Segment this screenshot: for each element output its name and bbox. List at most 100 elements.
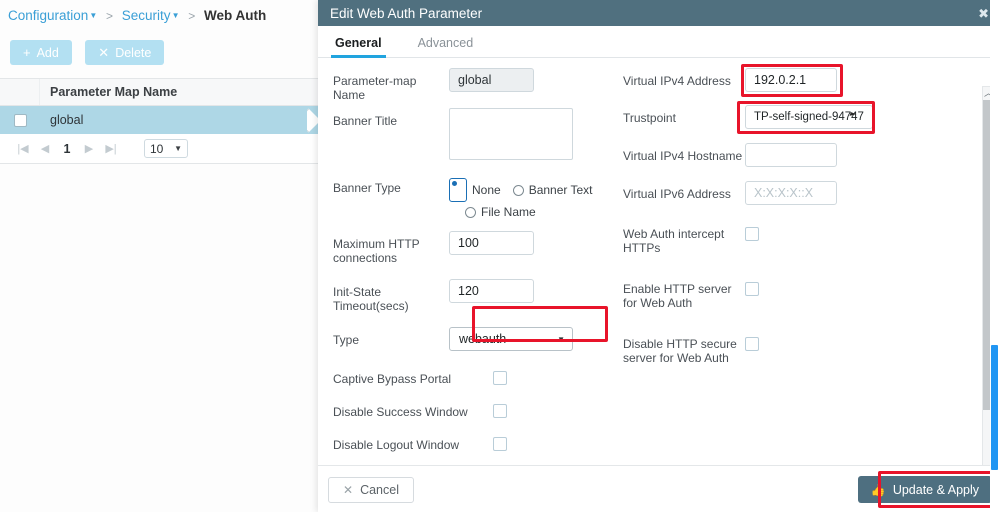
label-captive-bypass-portal: Captive Bypass Portal — [333, 372, 452, 386]
page-scrollbar-thumb[interactable] — [991, 345, 998, 470]
label-virtual-ipv4-address: Virtual IPv4 Address — [623, 74, 731, 88]
cancel-button[interactable]: ✕ Cancel — [328, 477, 414, 503]
parameter-map-table: Parameter Map Name global |◀ ◀ 1 ▶ ▶| 10… — [0, 78, 320, 164]
table-row-checkbox-cell — [0, 113, 40, 127]
disable-success-window-checkbox[interactable] — [493, 404, 507, 418]
field-virtual-ipv4-hostname: Virtual IPv4 Hostname — [623, 143, 923, 167]
type-select-value: webauth — [459, 332, 507, 346]
table-row[interactable]: global — [0, 106, 320, 134]
table-header-checkbox-cell — [0, 79, 40, 105]
maximum-http-connections-input[interactable] — [449, 231, 534, 255]
radio-banner-type-file-name[interactable]: File Name — [465, 205, 536, 219]
label-trustpoint: Trustpoint — [623, 111, 676, 125]
thumbs-up-icon: 👍 — [870, 482, 886, 497]
tab-general[interactable]: General — [331, 36, 386, 58]
table-header-row: Parameter Map Name — [0, 79, 320, 106]
virtual-ipv6-address-input[interactable] — [745, 181, 837, 205]
page-scrollbar[interactable] — [990, 0, 999, 512]
page-number[interactable]: 1 — [56, 142, 78, 156]
page-size-select[interactable]: 10 ▼ — [144, 139, 188, 158]
label-type: Type — [333, 333, 360, 347]
radio-label-file-name: File Name — [481, 205, 536, 219]
label-banner-title: Banner Title — [333, 114, 398, 128]
chevron-down-icon: ▼ — [89, 11, 98, 20]
label-banner-type: Banner Type — [333, 181, 401, 195]
breadcrumb-item-configuration[interactable]: Configuration▼ — [8, 8, 101, 23]
dialog-tabs: General Advanced — [318, 26, 999, 58]
pagination: |◀ ◀ 1 ▶ ▶| 10 ▼ — [0, 134, 320, 163]
banner-title-textarea[interactable] — [449, 108, 573, 160]
table-row-name: global — [50, 113, 84, 127]
type-select[interactable]: webauth ▼ — [449, 327, 573, 351]
field-maximum-http-connections: Maximum HTTP connections — [333, 231, 633, 265]
last-page-icon[interactable]: ▶| — [100, 142, 122, 155]
field-banner-type: Banner Type None Banner Text File Name — [333, 175, 633, 219]
x-icon: ✕ — [343, 483, 354, 497]
dialog-footer: ✕ Cancel 👍 Update & Apply — [318, 465, 999, 512]
add-button[interactable]: + Add — [10, 40, 72, 65]
chevron-down-icon: ▼ — [557, 334, 565, 344]
label-maximum-http-connections: Maximum HTTP connections — [333, 237, 420, 265]
chevron-down-icon: ▼ — [171, 11, 180, 20]
page-size-value: 10 — [150, 141, 164, 156]
field-trustpoint: Trustpoint — [623, 105, 923, 129]
enable-http-server-checkbox[interactable] — [745, 282, 759, 296]
breadcrumb-item-web-auth: Web Auth — [204, 8, 267, 23]
disable-http-secure-server-checkbox[interactable] — [745, 337, 759, 351]
radio-selected-icon — [449, 178, 467, 202]
label-web-auth-intercept-https: Web Auth intercept HTTPs — [623, 227, 725, 255]
web-auth-intercept-https-checkbox[interactable] — [745, 227, 759, 241]
label-disable-http-secure-server: Disable HTTP secure server for Web Auth — [623, 337, 737, 365]
edit-web-auth-parameter-dialog: Edit Web Auth Parameter ✖ General Advanc… — [318, 0, 999, 512]
next-page-icon[interactable]: ▶ — [78, 142, 100, 155]
init-state-timeout-input[interactable] — [449, 279, 534, 303]
field-virtual-ipv4-address: Virtual IPv4 Address — [623, 68, 923, 92]
dialog-header: Edit Web Auth Parameter ✖ — [318, 0, 999, 26]
plus-icon: + — [23, 45, 31, 60]
breadcrumb: Configuration▼ > Security▼ > Web Auth — [8, 8, 266, 23]
radio-label-banner-text: Banner Text — [528, 183, 593, 197]
delete-button-label: Delete — [115, 45, 152, 60]
radio-banner-type-none[interactable]: None — [449, 178, 501, 202]
cancel-button-label: Cancel — [360, 483, 399, 497]
form-column-left: Parameter-map Name Banner Title Banner T… — [333, 68, 633, 493]
disable-logout-window-checkbox[interactable] — [493, 437, 507, 451]
field-disable-logout-window: Disable Logout Window — [333, 437, 633, 452]
field-banner-title: Banner Title — [333, 108, 633, 165]
breadcrumb-label-security: Security — [121, 8, 171, 23]
field-init-state-timeout: Init-State Timeout(secs) — [333, 279, 633, 313]
field-type: Type webauth ▼ — [333, 327, 633, 351]
breadcrumb-item-security[interactable]: Security▼ — [122, 8, 183, 23]
field-disable-success-window: Disable Success Window — [333, 404, 633, 419]
field-web-auth-intercept-https: Web Auth intercept HTTPs — [623, 227, 923, 255]
list-toolbar: + Add ✕ Delete — [10, 40, 173, 65]
label-virtual-ipv6-address: Virtual IPv6 Address — [623, 187, 731, 201]
radio-label-none: None — [472, 183, 501, 197]
delete-button[interactable]: ✕ Delete — [85, 40, 165, 65]
row-checkbox[interactable] — [13, 113, 27, 127]
table-header-parameter-map-name: Parameter Map Name — [50, 85, 178, 99]
dialog-body: Parameter-map Name Banner Title Banner T… — [318, 58, 999, 493]
label-parameter-map-name: Parameter-map Name — [333, 74, 417, 102]
add-button-label: Add — [36, 45, 59, 60]
label-enable-http-server: Enable HTTP server for Web Auth — [623, 282, 732, 310]
field-enable-http-server: Enable HTTP server for Web Auth — [623, 282, 923, 310]
virtual-ipv4-hostname-input[interactable] — [745, 143, 837, 167]
prev-page-icon[interactable]: ◀ — [34, 142, 56, 155]
close-icon[interactable]: ✖ — [978, 7, 989, 20]
label-init-state-timeout: Init-State Timeout(secs) — [333, 285, 409, 313]
radio-banner-type-banner-text[interactable]: Banner Text — [512, 183, 593, 197]
x-icon: ✕ — [98, 45, 110, 60]
virtual-ipv4-address-input[interactable] — [745, 68, 837, 92]
chevron-down-icon: ▼ — [174, 144, 182, 153]
label-disable-success-window: Disable Success Window — [333, 405, 468, 419]
update-and-apply-button[interactable]: 👍 Update & Apply — [857, 476, 992, 503]
field-disable-http-secure-server: Disable HTTP secure server for Web Auth — [623, 337, 923, 365]
field-parameter-map-name: Parameter-map Name — [333, 68, 633, 102]
tab-advanced[interactable]: Advanced — [414, 36, 478, 57]
radio-icon — [512, 184, 524, 196]
first-page-icon[interactable]: |◀ — [12, 142, 34, 155]
breadcrumb-label-configuration: Configuration — [8, 8, 89, 23]
parameter-map-name-input[interactable] — [449, 68, 534, 92]
captive-bypass-portal-checkbox[interactable] — [493, 371, 507, 385]
